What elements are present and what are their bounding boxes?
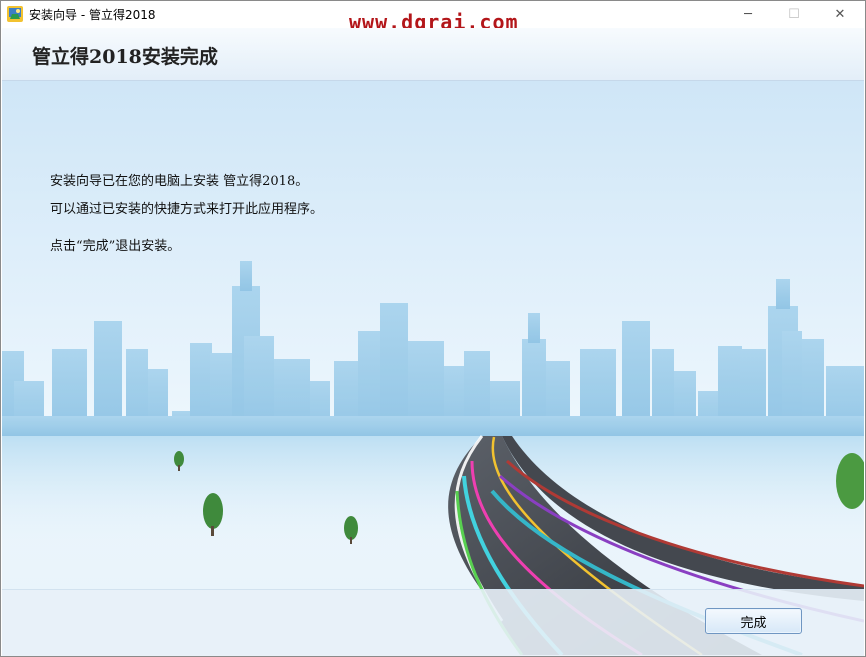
- exit-instruction-message: 点击“完成”退出安装。: [50, 239, 181, 254]
- close-icon: ✕: [834, 6, 846, 22]
- window-title: 安装向导 - 管立得2018: [29, 8, 156, 22]
- install-complete-message: 安装向导已在您的电脑上安装 管立得2018。: [50, 174, 309, 189]
- maximize-button[interactable]: ☐: [771, 1, 817, 27]
- minimize-button[interactable]: ─: [725, 1, 771, 27]
- title-bar[interactable]: 安装向导 - 管立得2018 www.dgrai.com ─ ☐ ✕: [1, 1, 865, 34]
- app-icon: [7, 6, 23, 22]
- wizard-content: 安装向导已在您的电脑上安装 管立得2018。 可以通过已安装的快捷方式来打开此应…: [2, 81, 864, 655]
- installer-window: 安装向导 - 管立得2018 www.dgrai.com ─ ☐ ✕ 管立得20…: [0, 0, 866, 657]
- page-title: 管立得2018安装完成: [32, 46, 218, 68]
- city-road-illustration: [2, 261, 864, 655]
- shortcut-hint-message: 可以通过已安装的快捷方式来打开此应用程序。: [50, 202, 324, 217]
- wizard-header: 管立得2018安装完成: [2, 28, 864, 81]
- finish-button[interactable]: 完成: [705, 608, 802, 634]
- close-button[interactable]: ✕: [817, 1, 863, 27]
- minimize-icon: ─: [744, 6, 752, 22]
- maximize-icon: ☐: [788, 6, 800, 22]
